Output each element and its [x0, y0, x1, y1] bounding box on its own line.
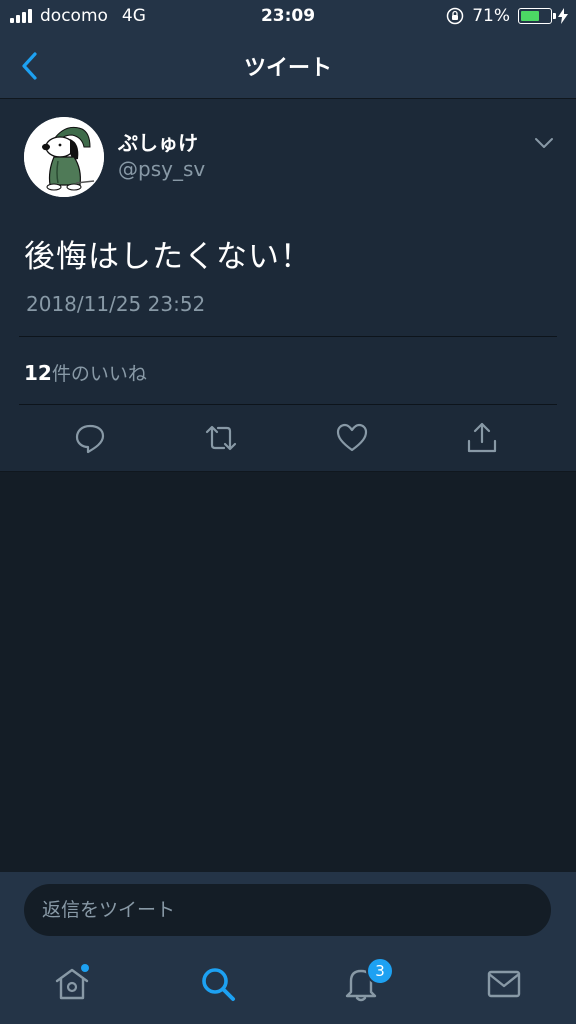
likes-count: 12 [24, 361, 52, 385]
rotation-lock-icon [446, 7, 464, 25]
tab-bar: 3 [0, 952, 576, 1024]
charging-bolt-icon [558, 8, 568, 24]
reply-input[interactable]: 返信をツイート [24, 884, 551, 936]
divider [19, 336, 557, 337]
battery-percent: 71% [472, 6, 510, 26]
avatar[interactable] [24, 117, 104, 197]
tweet-actions [0, 417, 576, 461]
reply-icon[interactable] [73, 421, 107, 455]
display-name[interactable]: ぷしゅけ [118, 127, 198, 156]
messages-icon[interactable] [484, 964, 524, 1004]
likes-label: 件のいいね [51, 363, 147, 385]
tweet-detail: ぷしゅけ @psy_sv 後悔はしたくない！ 2018/11/25 23:52 … [0, 99, 576, 472]
reply-bar: 返信をツイート [0, 872, 576, 952]
like-icon[interactable] [335, 421, 369, 455]
search-icon[interactable] [198, 964, 238, 1004]
tweet-timestamp: 2018/11/25 23:52 [26, 292, 206, 316]
page-title: ツイート [243, 56, 332, 81]
tweet-text: 後悔はしたくない！ [24, 239, 312, 275]
divider [19, 404, 557, 405]
share-icon[interactable] [465, 421, 499, 455]
home-new-indicator [81, 964, 89, 972]
retweet-icon[interactable] [204, 421, 238, 455]
snoopy-avatar-image [24, 117, 104, 197]
battery-icon [518, 8, 556, 24]
notifications-badge: 3 [366, 957, 394, 985]
empty-area [0, 472, 576, 872]
user-handle[interactable]: @psy_sv [118, 157, 205, 181]
chevron-down-icon[interactable] [534, 137, 554, 149]
navigation-bar: ツイート [0, 34, 576, 99]
status-right: 71% [446, 6, 568, 26]
status-bar: docomo 4G 23:09 71% [0, 0, 576, 34]
likes-summary[interactable]: 12件のいいね [24, 359, 147, 386]
